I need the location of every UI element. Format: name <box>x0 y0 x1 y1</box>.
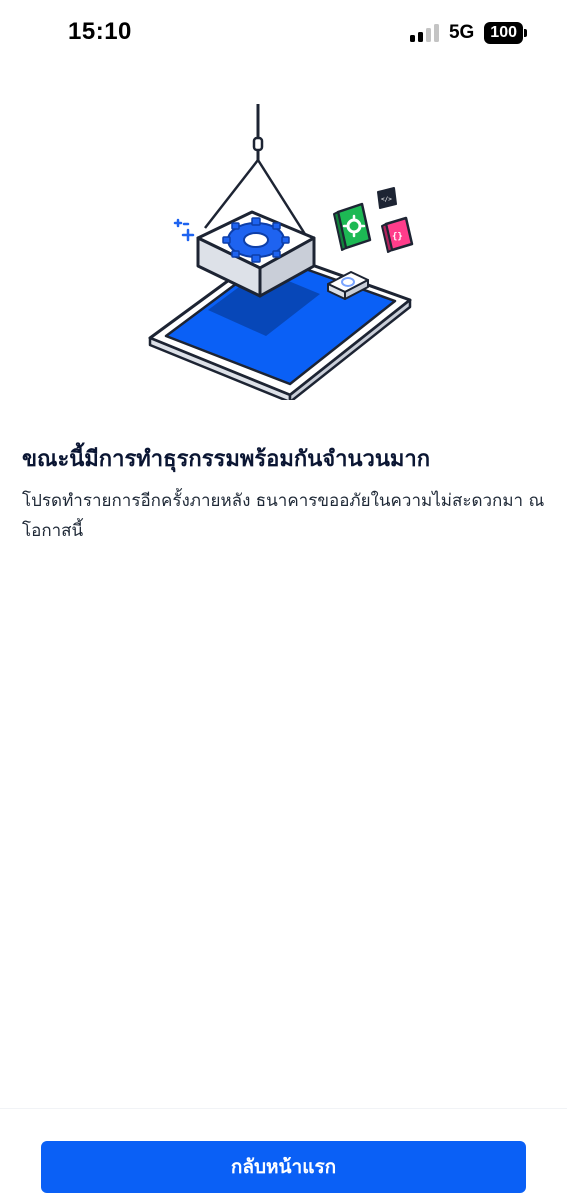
svg-text:</>: </> <box>381 196 392 203</box>
error-title: ขณะนี้มีการทำธุรกรรมพร้อมกันจำนวนมาก <box>22 447 431 472</box>
error-description: โปรดทำรายการอีกครั้งภายหลัง ธนาคารขออภัย… <box>22 491 545 541</box>
network-type: 5G <box>448 22 475 43</box>
status-time: 15:10 <box>68 18 132 45</box>
status-indicators: 5G 100 <box>409 22 527 44</box>
battery-level: 100 <box>484 22 523 44</box>
status-bar: 15:10 5G 100 <box>0 0 567 70</box>
battery-icon: 100 <box>484 22 527 44</box>
crane-lifting-gear-onto-phone-icon: {} </> <box>130 100 430 404</box>
cellular-signal-icon <box>409 24 439 42</box>
back-to-home-button[interactable]: กลับหน้าแรก <box>41 1141 526 1193</box>
svg-text:{}: {} <box>392 232 403 242</box>
